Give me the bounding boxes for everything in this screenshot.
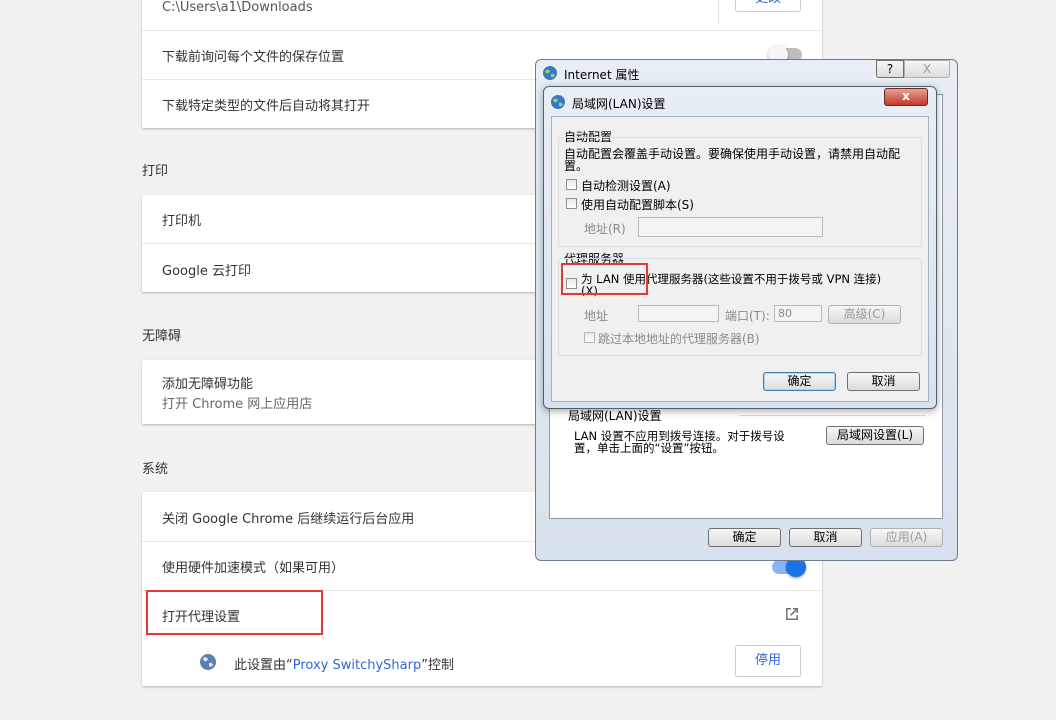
internet-properties-title: Internet 属性: [564, 68, 640, 82]
auto-script-checkbox[interactable]: [566, 198, 577, 209]
hardware-accel-label: 使用硬件加速模式（如果可用）: [162, 561, 345, 576]
extension-control-prefix: 此设置由“: [234, 658, 293, 673]
auto-config-desc-line2: 置。: [564, 159, 589, 173]
proxy-port-label: 端口(T):: [725, 309, 770, 323]
background-apps-label: 关闭 Google Chrome 后继续运行后台应用: [162, 512, 415, 527]
use-proxy-highlight-box: [561, 263, 648, 295]
system-section-title: 系统: [142, 462, 169, 477]
inet-cancel-button[interactable]: 取消: [789, 528, 862, 547]
inet-apply-button[interactable]: 应用(A): [870, 528, 943, 547]
auto-detect-label: 自动检测设置(A): [581, 179, 671, 193]
bypass-local-checkbox[interactable]: [584, 332, 595, 343]
lan-content-panel: 自动配置 自动配置会覆盖手动设置。要确保使用手动设置，请禁用自动配 置。 自动检…: [551, 116, 929, 402]
auto-config-desc-line1: 自动配置会覆盖手动设置。要确保使用手动设置，请禁用自动配: [564, 147, 901, 161]
script-address-label: 地址(R): [584, 222, 626, 236]
proxy-address-label: 地址: [584, 309, 609, 323]
cloud-print-label: Google 云打印: [162, 264, 251, 279]
printers-label: 打印机: [162, 214, 202, 229]
help-button[interactable]: ?: [876, 60, 904, 78]
proxy-address-input[interactable]: [638, 305, 719, 322]
auto-open-label: 下载特定类型的文件后自动将其打开: [162, 99, 371, 114]
disable-extension-button[interactable]: 停用: [735, 645, 801, 677]
extension-globe-icon: [200, 654, 216, 670]
hardware-accel-toggle[interactable]: [772, 557, 806, 577]
add-accessibility-subtitle: 打开 Chrome 网上应用店: [162, 397, 313, 412]
lan-dialog-icon: [551, 95, 565, 109]
ask-where-to-save-label: 下载前询问每个文件的保存位置: [162, 50, 345, 65]
lan-dialog-title: 局域网(LAN)设置: [572, 97, 666, 111]
proxy-advanced-button[interactable]: 高级(C): [828, 305, 901, 324]
external-link-icon[interactable]: [784, 606, 800, 622]
lan-close-button[interactable]: x: [884, 88, 928, 106]
auto-detect-checkbox[interactable]: [566, 179, 577, 190]
accessibility-section-title: 无障碍: [142, 329, 182, 344]
lan-cancel-button[interactable]: 取消: [847, 372, 920, 391]
lan-settings-group-label: 局域网(LAN)设置: [568, 409, 662, 423]
inet-ok-button[interactable]: 确定: [708, 528, 781, 547]
extension-link[interactable]: Proxy SwitchySharp: [293, 658, 421, 673]
print-section-title: 打印: [142, 164, 169, 179]
add-accessibility-title: 添加无障碍功能: [162, 377, 254, 392]
lan-desc-line2: 置，单击上面的“设置”按钮。: [574, 441, 724, 455]
script-address-input[interactable]: [638, 217, 823, 237]
lan-ok-button[interactable]: 确定: [763, 372, 836, 391]
lan-settings-button[interactable]: 局域网设置(L): [826, 426, 924, 445]
inet-close-button[interactable]: X: [904, 60, 950, 78]
proxy-port-input[interactable]: 80: [774, 305, 822, 322]
change-location-button[interactable]: 更改: [735, 0, 801, 12]
download-path: C:\Users\a1\Downloads: [162, 0, 313, 15]
proxy-highlight-box: [146, 590, 323, 635]
internet-options-icon: [543, 66, 557, 80]
auto-script-label: 使用自动配置脚本(S): [581, 198, 694, 212]
bypass-local-label: 跳过本地地址的代理服务器(B): [598, 332, 760, 346]
lan-settings-dialog: 局域网(LAN)设置 x 自动配置 自动配置会覆盖手动设置。要确保使用手动设置，…: [543, 86, 937, 409]
lan-group-line: [739, 415, 926, 416]
extension-control-suffix: ”控制: [421, 658, 454, 673]
